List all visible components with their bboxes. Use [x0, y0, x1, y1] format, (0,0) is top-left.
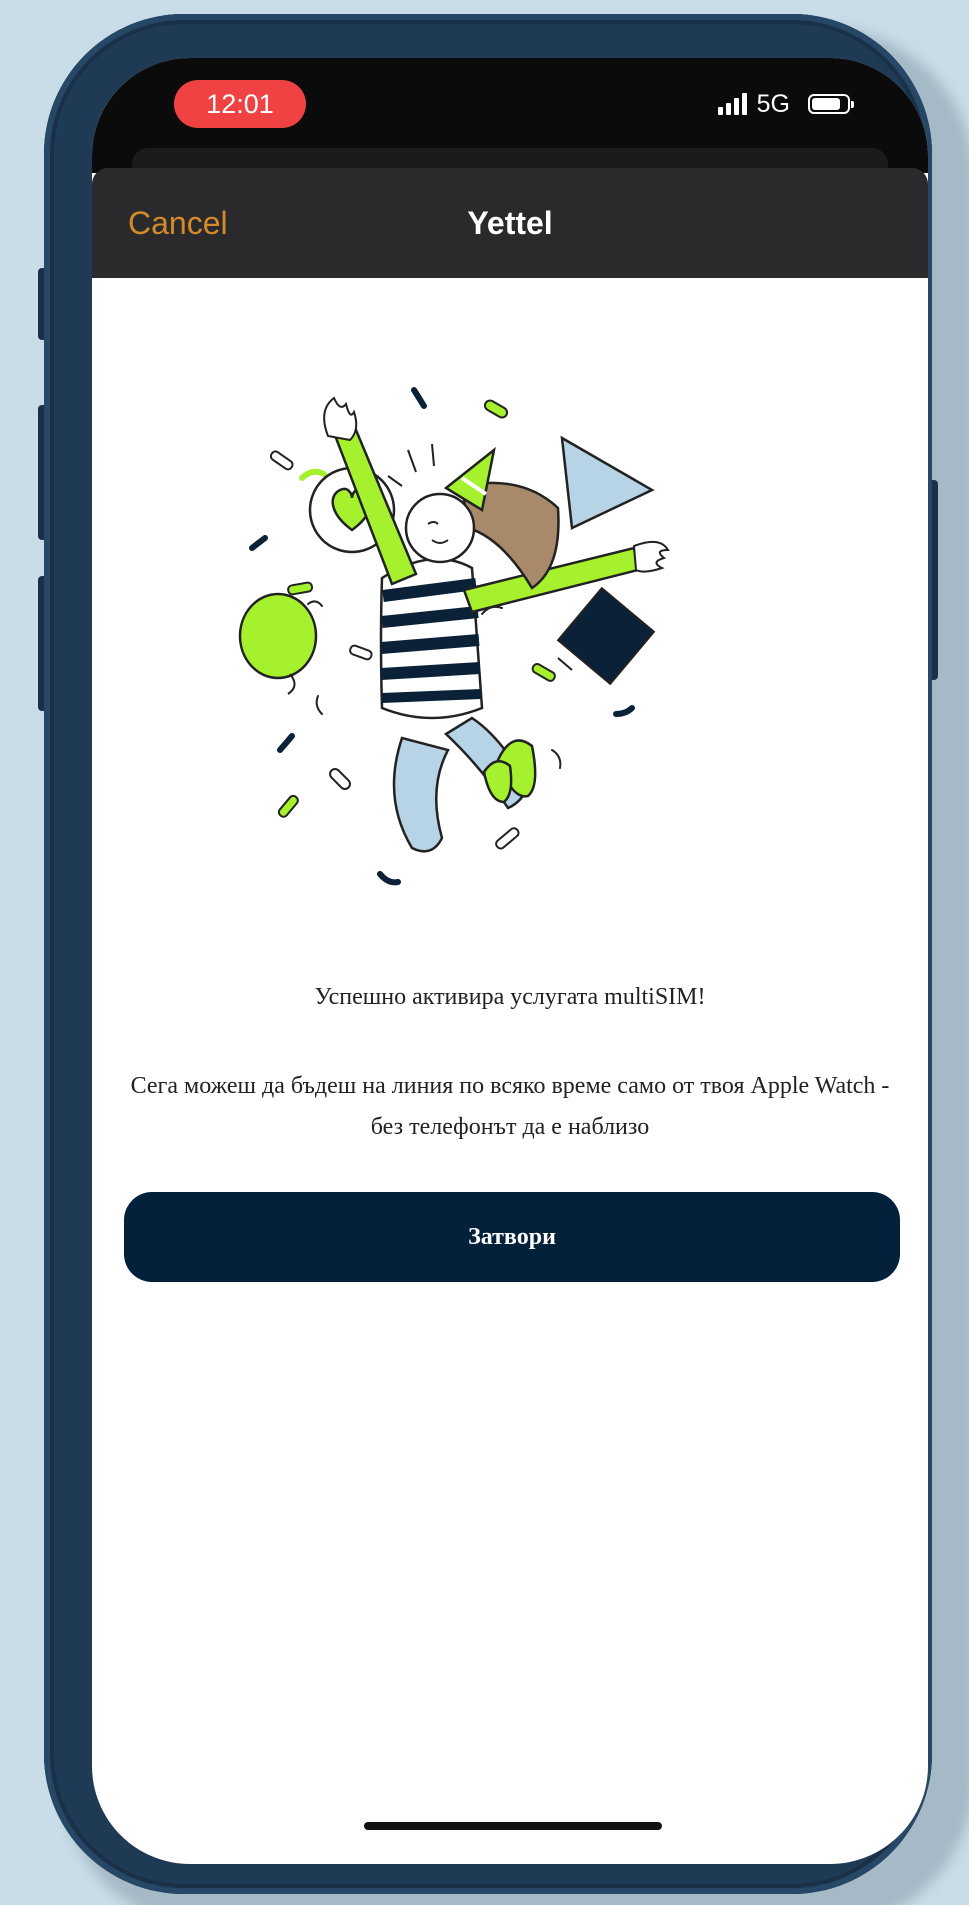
sparkle-lines	[387, 443, 435, 487]
battery-icon	[808, 94, 854, 114]
success-description: Сега можеш да бъдеш на линия по всяко вр…	[130, 1073, 890, 1140]
balloon-icon	[238, 592, 318, 695]
navigation-bar: Yettel Cancel	[92, 168, 928, 278]
status-time: 12:01	[174, 80, 306, 128]
signal-bars-icon	[717, 93, 747, 115]
triangle-shape	[560, 435, 655, 530]
status-indicators: 5G	[717, 80, 854, 128]
celebrating-person-illustration	[238, 387, 670, 886]
success-title: Успешно активира услугата multiSIM!	[314, 984, 706, 1010]
network-label: 5G	[756, 89, 790, 118]
screenshot-stage: 12:01 5G Yettel Cancel Успешно активира …	[0, 0, 969, 1905]
phone-screen: 12:01 5G Yettel Cancel Успешно активира …	[92, 58, 928, 1864]
close-button[interactable]: Затвори	[124, 1192, 900, 1282]
cancel-button[interactable]: Cancel	[128, 168, 228, 278]
gift-box-icon	[556, 586, 656, 686]
home-indicator[interactable]	[364, 1822, 662, 1830]
